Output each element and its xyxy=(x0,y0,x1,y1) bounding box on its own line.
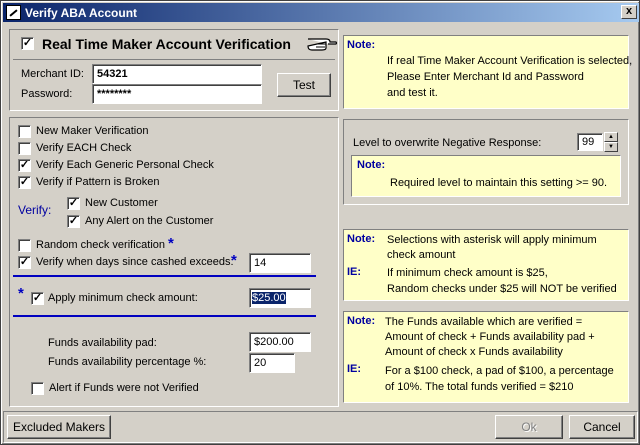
alert-funds-checkbox[interactable] xyxy=(31,382,44,395)
note-funds-t3: Amount of check x Funds availability xyxy=(385,346,563,358)
note-asterisk-ie2: Random checks under $25 will NOT be veri… xyxy=(387,283,617,295)
level-label: Level to overwrite Negative Response: xyxy=(353,137,542,149)
note-funds-t1: The Funds available which are verified = xyxy=(385,316,583,328)
alert-funds-label: Alert if Funds were not Verified xyxy=(49,382,199,394)
app-icon xyxy=(6,5,21,20)
cancel-button[interactable]: Cancel xyxy=(569,415,635,439)
level-note-title: Note: xyxy=(357,159,386,171)
minimum-divider-bottom xyxy=(13,315,316,317)
note-asterisk-ie1: If minimum check amount is $25, xyxy=(387,267,548,279)
excluded-makers-button[interactable]: Excluded Makers xyxy=(7,415,111,439)
verify-pattern-checkbox[interactable]: ✓ xyxy=(18,176,31,189)
note-asterisk-text2: check amount xyxy=(387,249,456,261)
password-label: Password: xyxy=(21,88,73,100)
verify-each-check-label: Verify EACH Check xyxy=(36,142,132,154)
apply-minimum-label: Apply minimum check amount: xyxy=(48,292,198,304)
verify-pattern-label: Verify if Pattern is Broken xyxy=(36,176,160,188)
note-realtime-line1: If real Time Maker Account Verification … xyxy=(387,55,633,67)
new-customer-checkbox[interactable]: ✓ xyxy=(67,197,80,210)
note-realtime-line3: and test it. xyxy=(387,87,438,99)
days-since-cashed-asterisk: * xyxy=(231,252,237,269)
level-input[interactable] xyxy=(577,133,603,151)
apply-minimum-input[interactable]: $25.00 xyxy=(249,288,311,308)
realtime-checkbox[interactable]: ✓ xyxy=(21,37,34,50)
merchant-id-input[interactable] xyxy=(92,64,262,84)
funds-pct-label: Funds availability percentage %: xyxy=(48,356,207,368)
note-asterisk-title: Note: xyxy=(347,233,376,245)
verify-group-label: Verify: xyxy=(18,203,52,217)
funds-pad-input[interactable] xyxy=(249,332,311,352)
verify-each-check-checkbox[interactable] xyxy=(18,142,31,155)
close-button[interactable]: x xyxy=(621,5,637,19)
days-since-cashed-input[interactable] xyxy=(249,253,311,273)
any-alert-label: Any Alert on the Customer xyxy=(85,215,214,227)
merchant-id-label: Merchant ID: xyxy=(21,68,84,80)
ok-button[interactable]: Ok xyxy=(495,415,563,439)
note-asterisk-text1: Selections with asterisk will apply mini… xyxy=(387,234,597,246)
new-maker-label: New Maker Verification xyxy=(36,125,149,137)
title-bar: Verify ABA Account x xyxy=(3,3,639,22)
random-check-checkbox[interactable] xyxy=(18,239,31,252)
level-spin-up-icon[interactable]: ▲ xyxy=(604,132,618,142)
test-button[interactable]: Test xyxy=(277,73,331,97)
note-funds-ie2: of 10%. The total funds verified = $210 xyxy=(385,381,574,393)
pointing-hand-icon xyxy=(306,33,338,53)
level-spin-down-icon[interactable]: ▼ xyxy=(604,142,618,152)
level-note-text: Required level to maintain this setting … xyxy=(390,177,608,189)
apply-minimum-value: $25.00 xyxy=(252,292,286,304)
verify-generic-checkbox[interactable]: ✓ xyxy=(18,159,31,172)
days-since-cashed-label: Verify when days since cashed exceeds: xyxy=(36,256,234,268)
note-asterisk-ie-title: IE: xyxy=(347,266,362,278)
verify-aba-window: Verify ABA Account x ✓ Real Time Maker A… xyxy=(0,0,640,445)
days-since-cashed-checkbox[interactable]: ✓ xyxy=(18,256,31,269)
random-check-asterisk: * xyxy=(168,235,174,252)
note-funds-ie1: For a $100 check, a pad of $100, a perce… xyxy=(385,365,614,377)
any-alert-checkbox[interactable]: ✓ xyxy=(67,215,80,228)
note-realtime-title: Note: xyxy=(347,39,376,51)
note-realtime-line2: Please Enter Merchant Id and Password xyxy=(387,71,584,83)
header-divider xyxy=(13,59,335,60)
new-customer-label: New Customer xyxy=(85,197,158,209)
password-input[interactable] xyxy=(92,84,262,104)
apply-minimum-checkbox[interactable]: ✓ xyxy=(31,292,44,305)
note-funds-t2: Amount of check + Funds availability pad… xyxy=(385,331,595,343)
note-funds-title: Note: xyxy=(347,315,376,327)
verify-generic-label: Verify Each Generic Personal Check xyxy=(36,159,214,171)
window-title: Verify ABA Account xyxy=(25,6,138,20)
funds-pct-input[interactable] xyxy=(249,353,295,373)
random-check-label: Random check verification xyxy=(36,239,166,251)
apply-minimum-asterisk: * xyxy=(18,285,24,302)
level-note xyxy=(351,155,621,197)
funds-pad-label: Funds availability pad: xyxy=(48,337,157,349)
new-maker-checkbox[interactable] xyxy=(18,125,31,138)
note-funds-ie-title: IE: xyxy=(347,363,362,375)
minimum-divider-top xyxy=(13,275,316,277)
realtime-label: Real Time Maker Account Verification xyxy=(42,36,291,52)
